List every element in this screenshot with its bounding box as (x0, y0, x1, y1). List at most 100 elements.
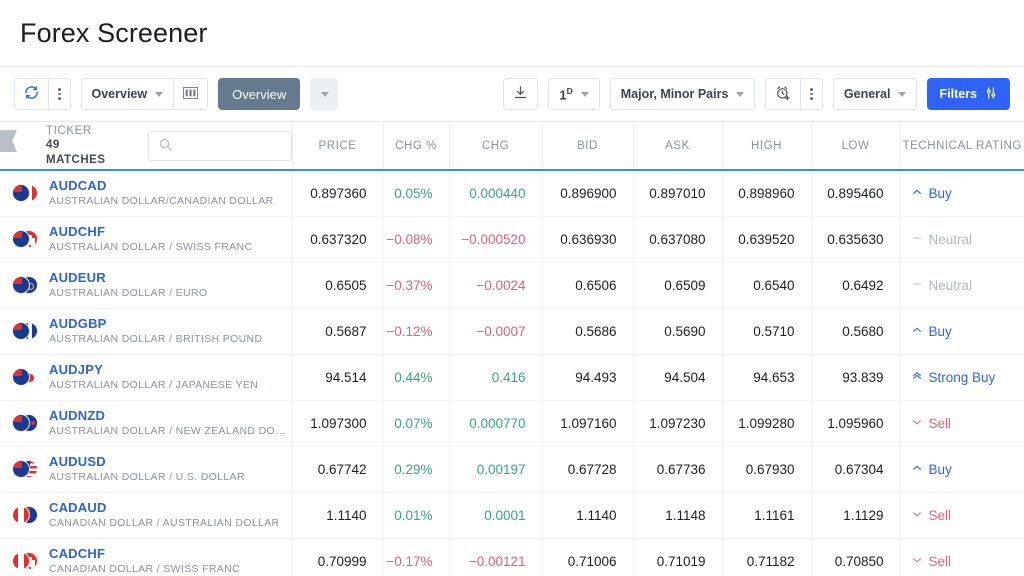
cell-ticker[interactable]: CADAUD CANADIAN DOLLAR / AUSTRALIAN DOLLA… (0, 492, 293, 539)
pairs-select[interactable]: Major, Minor Pairs (610, 79, 755, 109)
refresh-more-group (14, 78, 71, 110)
rating-strongbuy-icon (911, 369, 923, 385)
column-header-price[interactable]: PRICE (292, 122, 384, 171)
ticker-symbol[interactable]: AUDJPY (49, 362, 258, 379)
cell-bid: 1.1140 (542, 492, 634, 539)
table-row[interactable]: CADCHF CANADIAN DOLLAR / SWISS FRANC 0.709… (0, 538, 1024, 576)
cell-price: 0.637320 (292, 216, 384, 263)
table-header-row: TICKER 49 MATCHES PRICE CHG % CHG BID AS… (0, 122, 1024, 171)
chevron-down-icon (898, 91, 907, 97)
refresh-button[interactable] (15, 79, 48, 109)
column-header-high[interactable]: HIGH (722, 122, 812, 171)
cell-ticker[interactable]: CADCHF CANADIAN DOLLAR / SWISS FRANC (0, 538, 293, 576)
cell-ask: 0.71019 (633, 538, 723, 576)
cell-high: 0.71182 (722, 538, 812, 576)
cell-chg-pct: 0.44% (383, 354, 450, 401)
columns-button[interactable] (173, 79, 208, 109)
ticker-description: CANADIAN DOLLAR / SWISS FRANC (49, 562, 241, 575)
column-header-chg[interactable]: CHG (449, 122, 543, 171)
pairs-select-group: Major, Minor Pairs (609, 78, 756, 110)
ticker-symbol[interactable]: CADCHF (49, 546, 240, 563)
screener-toolbar: Overview Overview 1D Major, Minor Pairs … (0, 66, 1024, 122)
column-header-low[interactable]: LOW (811, 122, 901, 171)
cell-price: 94.514 (292, 354, 384, 401)
interval-select[interactable]: 1D (549, 79, 599, 109)
ticker-symbol[interactable]: CADAUD (49, 500, 279, 517)
table-row[interactable]: AUDEUR AUSTRALIAN DOLLAR / EURO 0.6505 −0.3… (0, 262, 1024, 309)
overview-tab-active[interactable]: Overview (218, 78, 301, 110)
rating-sell-icon (911, 416, 923, 431)
ticker-symbol[interactable]: AUDGBP (49, 316, 262, 333)
cell-low: 93.839 (811, 354, 901, 401)
download-button[interactable] (504, 79, 538, 109)
download-group (503, 78, 539, 110)
overview-select-group: Overview (80, 78, 209, 110)
currency-pair-flags-icon (12, 274, 40, 296)
rating-label: Sell (928, 553, 952, 569)
table-row[interactable]: AUDGBP AUSTRALIAN DOLLAR / BRITISH POUND 0… (0, 308, 1024, 355)
cell-technical-rating: Neutral (900, 216, 1024, 263)
rating-label: Strong Buy (928, 369, 996, 385)
ticker-symbol[interactable]: AUDCAD (49, 178, 274, 195)
table-row[interactable]: AUDCAD AUSTRALIAN DOLLAR/CANADIAN DOLLAR 0… (0, 170, 1024, 217)
page-header: Forex Screener (0, 0, 1024, 66)
cell-ticker[interactable]: AUDJPY AUSTRALIAN DOLLAR / JAPANESE YEN (0, 354, 293, 401)
table-row[interactable]: AUDNZD AUSTRALIAN DOLLAR / NEW ZEALAND DO… (0, 400, 1024, 447)
column-header-ticker[interactable]: TICKER 49 MATCHES (0, 122, 293, 171)
create-alert-button[interactable] (766, 79, 801, 109)
cell-ticker[interactable]: AUDCHF AUSTRALIAN DOLLAR / SWISS FRANC (0, 216, 293, 263)
cell-high: 94.653 (722, 354, 812, 401)
ticker-description: AUSTRALIAN DOLLAR / EURO (49, 286, 208, 299)
column-header-technical-rating[interactable]: TECHNICAL RATING (900, 122, 1024, 171)
cell-ticker[interactable]: AUDGBP AUSTRALIAN DOLLAR / BRITISH POUND (0, 308, 293, 355)
cell-chg: 0.000770 (449, 400, 543, 447)
cell-ticker[interactable]: AUDUSD AUSTRALIAN DOLLAR / U.S. DOLLAR (0, 446, 293, 493)
column-header-bid[interactable]: BID (542, 122, 634, 171)
table-row[interactable]: AUDCHF AUSTRALIAN DOLLAR / SWISS FRANC 0.6… (0, 216, 1024, 263)
rating-label: Neutral (928, 231, 973, 247)
cell-price: 0.5687 (292, 308, 384, 355)
download-icon (513, 85, 528, 103)
cell-ticker[interactable]: AUDCAD AUSTRALIAN DOLLAR/CANADIAN DOLLAR (0, 170, 293, 217)
cell-bid: 0.6506 (542, 262, 634, 309)
rating-label: Buy (928, 185, 952, 201)
toolbar-more-button[interactable] (48, 79, 70, 109)
table-row[interactable]: AUDUSD AUSTRALIAN DOLLAR / U.S. DOLLAR 0.6… (0, 446, 1024, 493)
table-body: AUDCAD AUSTRALIAN DOLLAR/CANADIAN DOLLAR 0… (0, 170, 1024, 576)
ticker-symbol[interactable]: AUDUSD (49, 454, 245, 471)
cell-chg-pct: 0.29% (383, 446, 450, 493)
overview-select[interactable]: Overview (81, 79, 174, 109)
general-select[interactable]: General (833, 79, 917, 109)
ticker-description: AUSTRALIAN DOLLAR / U.S. DOLLAR (49, 470, 245, 483)
cell-chg: −0.0007 (449, 308, 543, 355)
currency-pair-flags-icon (12, 320, 40, 342)
cell-high: 0.67930 (722, 446, 812, 493)
cell-price: 0.70999 (292, 538, 384, 576)
cell-ticker[interactable]: AUDNZD AUSTRALIAN DOLLAR / NEW ZEALAND DO… (0, 400, 293, 447)
currency-pair-flags-icon (12, 182, 40, 204)
cell-chg-pct: −0.17% (383, 538, 450, 576)
cell-bid: 1.097160 (542, 400, 634, 447)
chevron-down-icon (155, 91, 164, 97)
cell-chg: 0.000440 (449, 170, 543, 217)
ticker-symbol[interactable]: AUDNZD (49, 408, 286, 425)
ticker-symbol[interactable]: AUDEUR (49, 270, 207, 287)
cell-bid: 0.67728 (542, 446, 634, 493)
cell-technical-rating: Sell (900, 492, 1024, 539)
table-row[interactable]: AUDJPY AUSTRALIAN DOLLAR / JAPANESE YEN 94… (0, 354, 1024, 401)
column-header-chg-pct[interactable]: CHG % (383, 122, 450, 171)
ticker-description: AUSTRALIAN DOLLAR / JAPANESE YEN (49, 378, 259, 391)
filters-button[interactable]: Filters (927, 78, 1010, 110)
cell-ticker[interactable]: AUDEUR AUSTRALIAN DOLLAR / EURO (0, 262, 293, 309)
search-input[interactable] (148, 130, 292, 161)
page-title: Forex Screener (20, 17, 208, 48)
alert-more-button[interactable] (800, 79, 822, 109)
ticker-symbol[interactable]: AUDCHF (49, 224, 252, 241)
cell-high: 1.099280 (722, 400, 812, 447)
table-row[interactable]: CADAUD CANADIAN DOLLAR / AUSTRALIAN DOLLA… (0, 492, 1024, 539)
overview-tab-dropdown[interactable] (310, 78, 339, 110)
column-header-ask[interactable]: ASK (633, 122, 723, 171)
cell-high: 1.1161 (722, 492, 812, 539)
cell-chg-pct: 0.01% (383, 492, 450, 539)
cell-bid: 0.71006 (542, 538, 634, 576)
